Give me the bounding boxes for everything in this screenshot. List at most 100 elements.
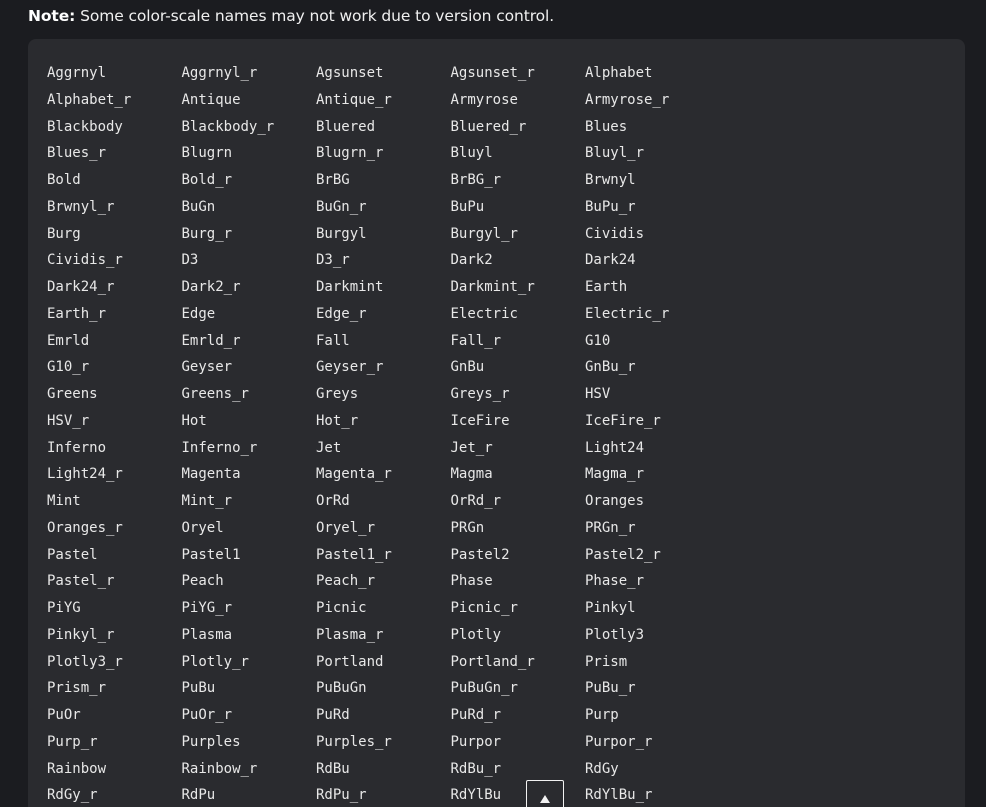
colorscale-name: Purpor_r bbox=[585, 733, 653, 750]
colorscale-name: Pastel1 bbox=[181, 546, 241, 563]
colorscale-name: Greens bbox=[47, 386, 98, 402]
colorscale-name: Bold bbox=[47, 172, 81, 188]
colorscale-name: RdYlBu bbox=[450, 787, 502, 804]
colorscale-name: Picnic bbox=[316, 600, 367, 616]
colorscale-name: Purpor bbox=[450, 733, 502, 750]
colorscale-name: Aggrnyl_r bbox=[181, 65, 258, 81]
colorscale-name: Edge_r bbox=[316, 305, 367, 322]
colorscale-name: Electric_r bbox=[585, 305, 670, 322]
colorscale-name: PuOr bbox=[47, 707, 81, 723]
colorscale-name: Antique_r bbox=[316, 91, 392, 108]
colorscale-name: Earth bbox=[585, 279, 628, 295]
colorscale-name: Bluered bbox=[316, 118, 376, 135]
colorscale-name: Bold_r bbox=[181, 172, 233, 188]
colorscale-name: Purples bbox=[181, 733, 241, 750]
colorscale-name: Alphabet bbox=[585, 65, 653, 81]
colorscale-name: GnBu bbox=[450, 359, 485, 376]
scroll-to-top-button[interactable] bbox=[526, 780, 564, 807]
colorscale-name: Earth_r bbox=[47, 305, 107, 322]
colorscale-name: D3 bbox=[181, 252, 199, 269]
colorscale-name: Oranges bbox=[585, 493, 645, 509]
colorscale-name: Geyser bbox=[181, 359, 233, 376]
colorscale-name: Portland_r bbox=[450, 653, 535, 670]
colorscale-name: PiYG_r bbox=[181, 600, 233, 616]
colorscale-name: Blues bbox=[585, 118, 628, 135]
colorscale-name: IceFire bbox=[450, 412, 510, 429]
colorscale-name: Electric bbox=[450, 305, 518, 322]
colorscale-name: HSV bbox=[585, 386, 611, 402]
colorscale-name: BrBG_r bbox=[450, 172, 502, 188]
colorscale-name: Magma_r bbox=[585, 466, 645, 483]
colorscale-name: Darkmint bbox=[316, 279, 384, 295]
colorscale-name: RdGy bbox=[585, 760, 619, 777]
colorscale-name: PuOr_r bbox=[181, 707, 233, 723]
colorscale-name: IceFire_r bbox=[585, 412, 661, 429]
colorscale-name: Plotly3_r bbox=[47, 653, 123, 670]
colorscale-name: PuRd_r bbox=[450, 707, 502, 723]
colorscale-list: Aggrnyl Aggrnyl_r Agsunset Agsunset_r Alphab… bbox=[47, 60, 720, 807]
colorscale-name: Mint bbox=[47, 493, 81, 509]
colorscale-name: Dark24 bbox=[585, 252, 636, 269]
colorscale-name: Blues_r bbox=[47, 145, 107, 162]
colorscale-name: RdBu_r bbox=[450, 760, 502, 777]
colorscale-name: Pinkyl bbox=[585, 600, 636, 616]
colorscale-name: Oranges_r bbox=[47, 519, 123, 536]
colorscale-name: Greens_r bbox=[181, 386, 249, 402]
colorscale-name: Bluyl_r bbox=[585, 145, 645, 162]
colorscale-name: BuGn bbox=[181, 198, 216, 215]
note-label: Note: bbox=[28, 7, 76, 25]
colorscale-name: Prism bbox=[585, 653, 628, 670]
colorscale-name: Armyrose_r bbox=[585, 91, 670, 108]
colorscale-name: G10_r bbox=[47, 359, 90, 376]
colorscale-name: Geyser_r bbox=[316, 359, 384, 376]
colorscale-name: Greys_r bbox=[450, 386, 510, 402]
colorscale-name: Burgyl_r bbox=[450, 225, 518, 242]
colorscale-name: RdPu bbox=[181, 787, 216, 804]
arrow-up-icon bbox=[540, 795, 550, 803]
colorscale-name: Plotly_r bbox=[181, 653, 249, 670]
colorscale-name: Antique bbox=[181, 91, 241, 108]
colorscale-name: PiYG bbox=[47, 600, 81, 616]
colorscale-name: Inferno_r bbox=[181, 439, 258, 456]
colorscale-name: Blackbody_r bbox=[181, 118, 275, 135]
colorscale-name: Agsunset_r bbox=[450, 65, 535, 81]
colorscale-name: RdBu bbox=[316, 760, 350, 777]
colorscale-name: Burg bbox=[47, 225, 81, 242]
colorscale-name: Purples_r bbox=[316, 733, 392, 750]
colorscale-name: Blackbody bbox=[47, 118, 123, 135]
colorscale-name: Portland bbox=[316, 653, 384, 670]
colorscale-name: RdGy_r bbox=[47, 787, 98, 804]
colorscale-name: Mint_r bbox=[181, 493, 233, 509]
colorscale-name: Blugrn bbox=[181, 145, 233, 162]
colorscale-name: Fall bbox=[316, 332, 350, 349]
colorscale-name: Jet bbox=[316, 439, 342, 456]
colorscale-name: Armyrose bbox=[450, 91, 518, 108]
colorscale-name: GnBu_r bbox=[585, 359, 636, 376]
colorscale-name: Peach bbox=[181, 573, 224, 590]
colorscale-name: Fall_r bbox=[450, 332, 502, 349]
colorscale-name: Dark2 bbox=[450, 252, 493, 269]
colorscale-name: PRGn bbox=[450, 519, 485, 536]
colorscale-name: BuPu_r bbox=[585, 198, 636, 215]
colorscale-name: Light24_r bbox=[47, 466, 123, 483]
colorscale-name: Cividis_r bbox=[47, 252, 123, 269]
colorscale-name: Darkmint_r bbox=[450, 279, 535, 295]
colorscale-name: Rainbow bbox=[47, 760, 107, 777]
colorscale-name: Plasma_r bbox=[316, 626, 384, 643]
colorscale-name: Emrld bbox=[47, 332, 90, 349]
colorscale-name: Hot_r bbox=[316, 412, 359, 429]
colorscale-name: PuBuGn_r bbox=[450, 680, 518, 697]
colorscale-name: BrBG bbox=[316, 172, 350, 188]
colorscale-name: Magenta_r bbox=[316, 466, 392, 483]
colorscale-name: Inferno bbox=[47, 439, 107, 456]
colorscale-name: Jet_r bbox=[450, 439, 493, 456]
colorscale-name: Phase_r bbox=[585, 573, 645, 590]
note-text: Some color-scale names may not work due … bbox=[75, 7, 555, 25]
colorscale-name: G10 bbox=[585, 332, 611, 349]
colorscale-name: Pastel_r bbox=[47, 573, 115, 590]
colorscale-name: Cividis bbox=[585, 225, 645, 242]
colorscale-name: PuRd bbox=[316, 707, 350, 723]
colorscale-name: Agsunset bbox=[316, 65, 384, 81]
colorscale-name: PuBu_r bbox=[585, 680, 636, 697]
colorscale-name: Greys bbox=[316, 386, 359, 402]
